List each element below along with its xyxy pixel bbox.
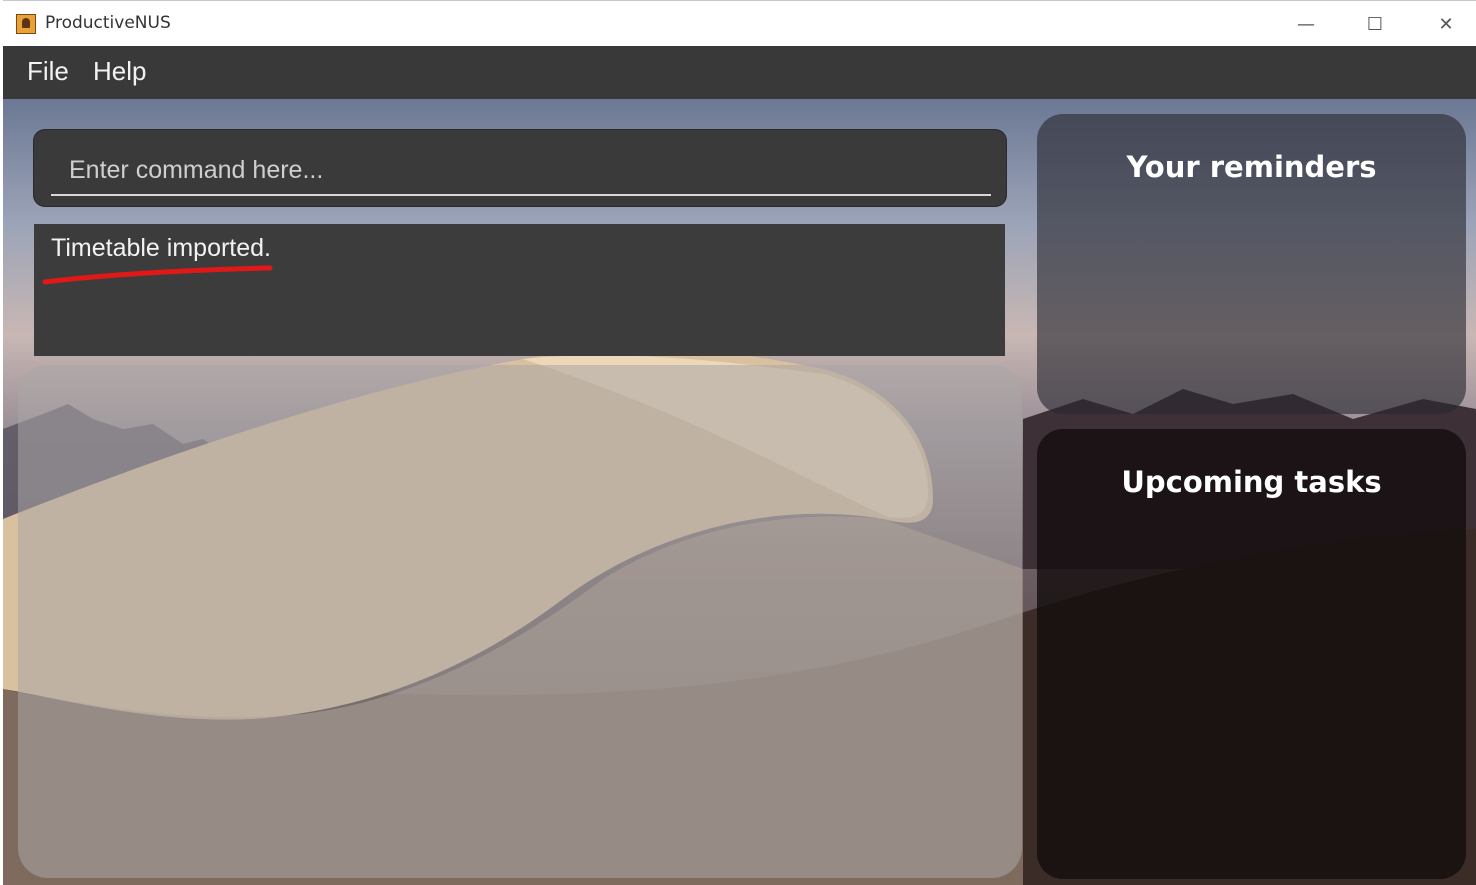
window-titlebar: ProductiveNUS — ☐ ✕ (3, 0, 1476, 46)
reminders-title: Your reminders (1126, 150, 1377, 184)
command-input[interactable] (51, 146, 991, 196)
upcoming-tasks-title: Upcoming tasks (1121, 465, 1382, 499)
main-content-panel (18, 365, 1022, 878)
close-button[interactable]: ✕ (1423, 9, 1469, 39)
menu-file[interactable]: File (27, 56, 69, 87)
window-title: ProductiveNUS (45, 13, 171, 33)
menu-bar: File Help (3, 46, 1476, 99)
reminders-panel: Your reminders (1037, 114, 1466, 414)
menu-help[interactable]: Help (93, 56, 146, 87)
red-underline-annotation (42, 265, 273, 285)
result-display: Timetable imported. (34, 224, 1005, 356)
upcoming-tasks-panel: Upcoming tasks (1037, 429, 1466, 879)
app-icon (16, 14, 36, 34)
maximize-button[interactable]: ☐ (1352, 9, 1398, 39)
command-box (33, 129, 1007, 207)
minimize-button[interactable]: — (1283, 9, 1329, 39)
